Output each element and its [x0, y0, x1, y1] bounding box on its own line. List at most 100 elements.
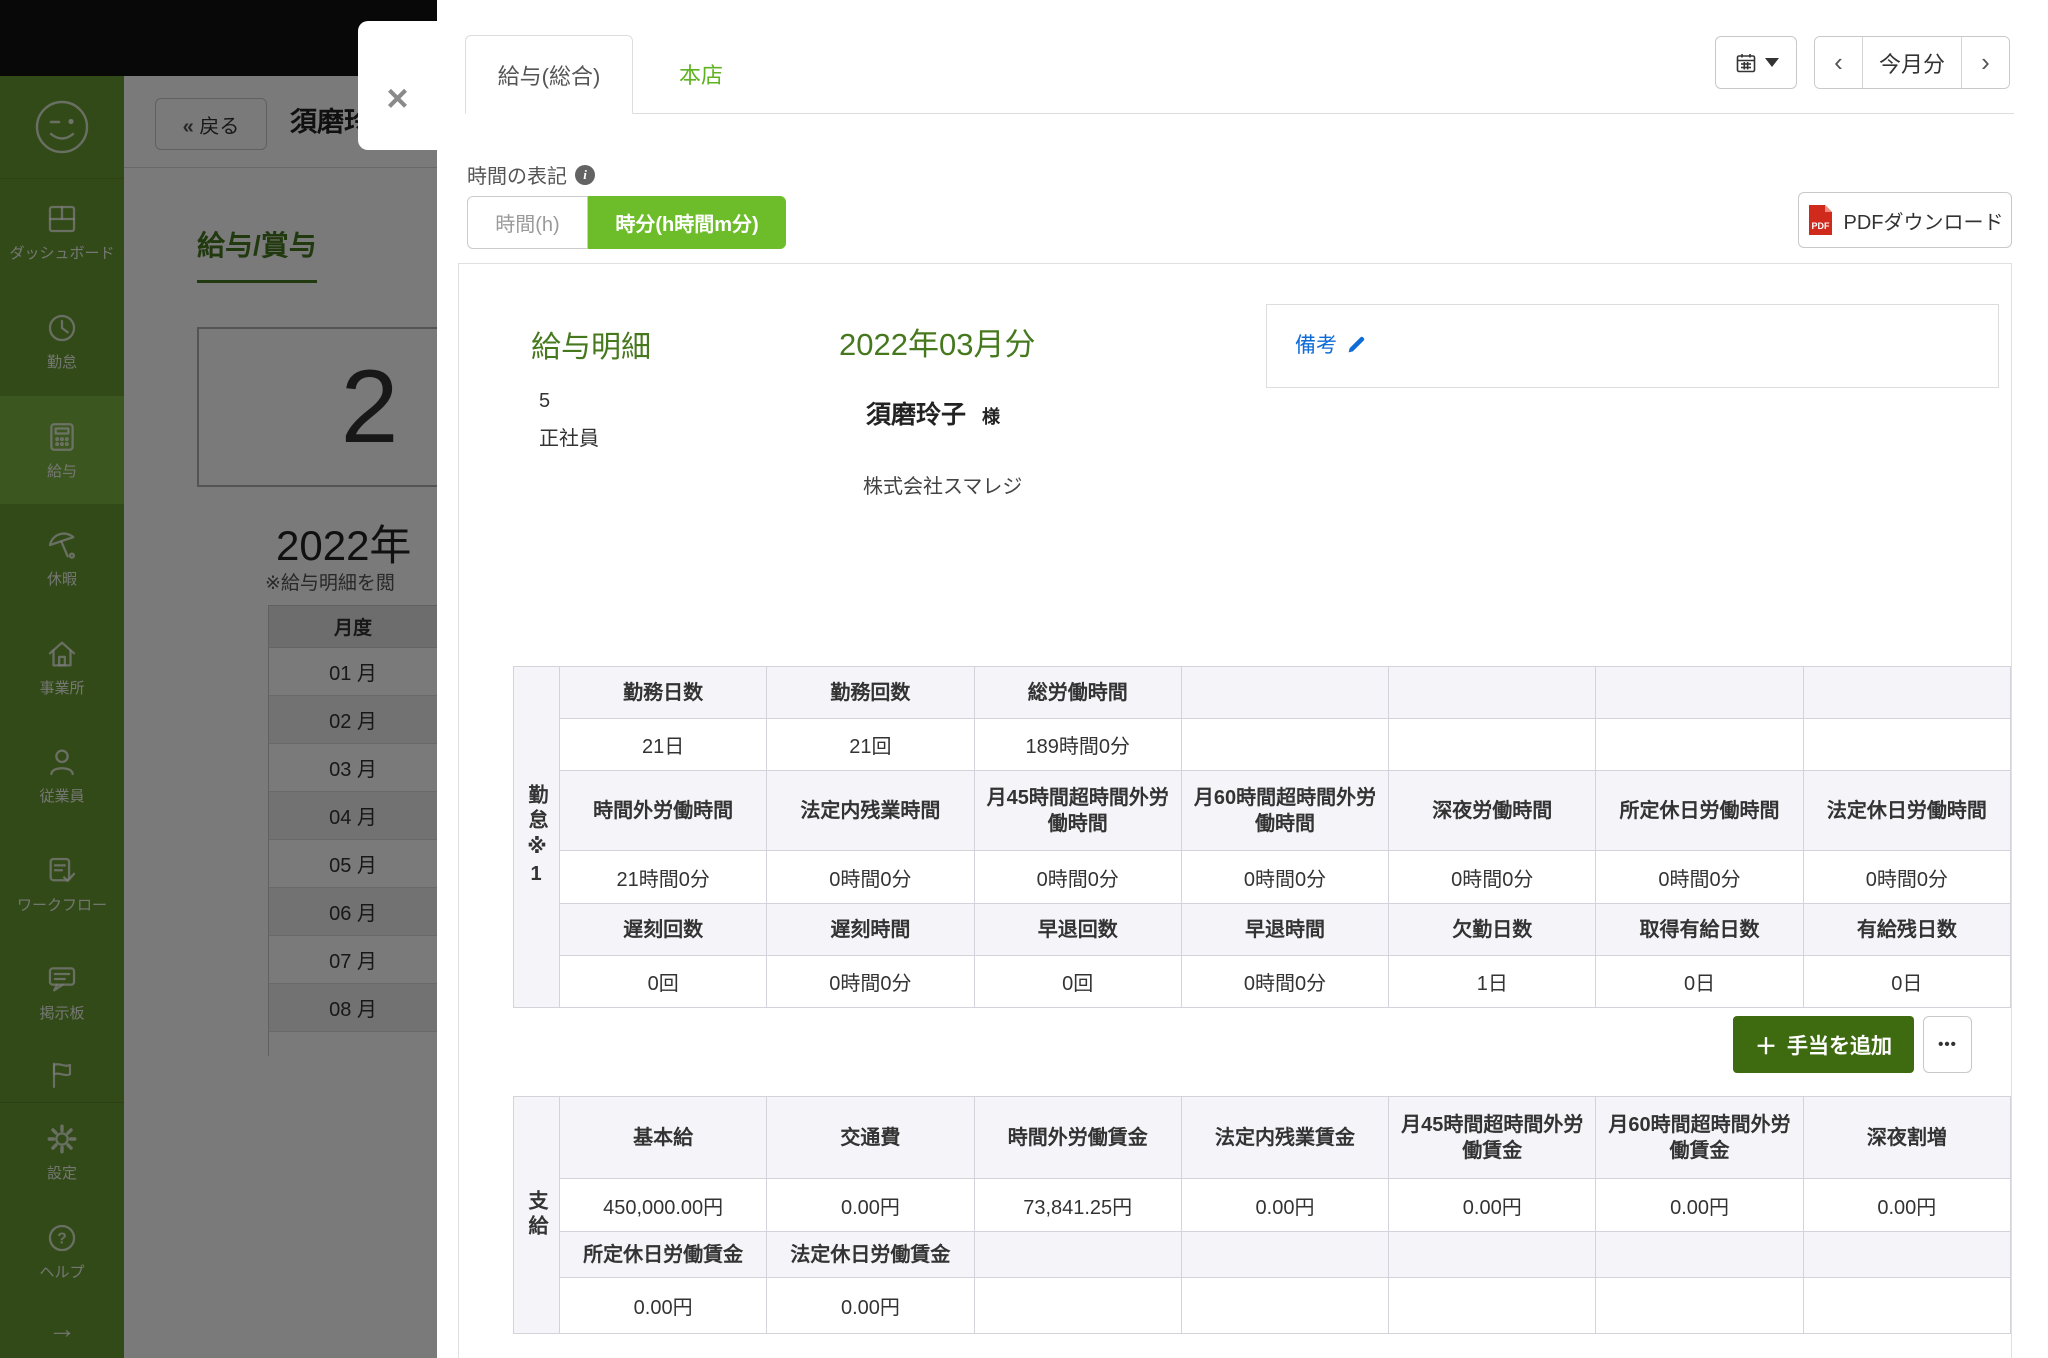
add-allowance-button[interactable]: 手当を追加 — [1733, 1016, 1914, 1073]
payment-value-cell: 73,841.25円 — [974, 1179, 1181, 1232]
payment-value-cell — [1389, 1278, 1596, 1334]
payment-header-cell — [1803, 1232, 2010, 1278]
payment-value-cell: 0.00円 — [767, 1179, 974, 1232]
attendance-value-cell: 0時間0分 — [1596, 851, 1803, 904]
toggle-hours-minutes[interactable]: 時分(h時間m分) — [588, 196, 786, 249]
attendance-value-cell: 0時間0分 — [1181, 851, 1388, 904]
payment-value-cell — [1803, 1278, 2010, 1334]
calendar-picker-button[interactable] — [1715, 36, 1797, 89]
attendance-value-cell: 21回 — [767, 719, 974, 771]
calendar-icon — [1734, 51, 1758, 75]
attendance-value-cell: 1日 — [1389, 956, 1596, 1008]
attendance-value-cell: 21日 — [560, 719, 767, 771]
attendance-table: 勤怠※1 勤務日数 勤務回数 総労働時間 21日 21回 189時間0分 — [513, 666, 2011, 1008]
remarks-edit-link[interactable]: 備考 — [1295, 329, 1367, 359]
attendance-header-cell: 時間外労働時間 — [560, 771, 767, 851]
attendance-value-cell: 0時間0分 — [1181, 956, 1388, 1008]
employee-name: 須磨玲子様 — [866, 395, 1000, 431]
payment-value-cell: 0.00円 — [1389, 1179, 1596, 1232]
attendance-header-cell: 法定内残業時間 — [767, 771, 974, 851]
time-notation-label: 時間の表記 — [467, 160, 595, 189]
attendance-group-label: 勤怠※1 — [514, 667, 560, 1008]
current-month-button[interactable]: 今月分 — [1862, 37, 1962, 88]
payment-value-cell: 0.00円 — [767, 1278, 974, 1334]
attendance-header-cell: 所定休日労働時間 — [1596, 771, 1803, 851]
payment-value-cell — [974, 1278, 1181, 1334]
payslip-sheet: 給与明細 2022年03月分 5 正社員 須磨玲子様 株式会社スマレジ 備考 — [458, 263, 2012, 1358]
attendance-value-cell — [1596, 719, 1803, 771]
attendance-value-cell — [1181, 719, 1388, 771]
time-notation-toggle: 時間(h) 時分(h時間m分) — [467, 196, 786, 249]
attendance-header-cell: 欠勤日数 — [1389, 904, 1596, 956]
payslip-modal: × 給与(総合) 本店 ‹ 今月分 › 時間の表記 — [437, 0, 2048, 1358]
attendance-value-cell: 189時間0分 — [974, 719, 1181, 771]
payment-value-cell — [1596, 1278, 1803, 1334]
more-options-icon[interactable] — [1923, 1016, 1972, 1073]
pdf-download-button[interactable]: PDF PDFダウンロード — [1798, 192, 2012, 248]
payslip-period: 2022年03月分 — [839, 319, 1035, 364]
company-name: 株式会社スマレジ — [863, 470, 1022, 499]
attendance-header-cell: 勤務日数 — [560, 667, 767, 719]
tab-store[interactable]: 本店 — [633, 35, 769, 113]
payment-value-cell: 0.00円 — [1181, 1179, 1388, 1232]
payment-header-cell: 交通費 — [767, 1097, 974, 1179]
attendance-value-cell — [1803, 719, 2010, 771]
attendance-value-cell: 0回 — [974, 956, 1181, 1008]
attendance-header-cell: 早退時間 — [1181, 904, 1388, 956]
payment-table: 支給 基本給 交通費 時間外労働賃金 法定内残業賃金 月45時間超時間外労働賃金… — [513, 1096, 2011, 1334]
attendance-header-cell: 遅刻時間 — [767, 904, 974, 956]
payment-header-cell: 月60時間超時間外労働賃金 — [1596, 1097, 1803, 1179]
payment-header-cell: 法定休日労働賃金 — [767, 1232, 974, 1278]
payment-header-cell: 法定内残業賃金 — [1181, 1097, 1388, 1179]
attendance-value-cell: 0日 — [1596, 956, 1803, 1008]
chevron-down-icon — [1765, 58, 1779, 67]
info-icon[interactable] — [575, 165, 595, 185]
payment-header-cell — [974, 1232, 1181, 1278]
employee-number: 5 — [539, 390, 550, 413]
attendance-header-cell: 月45時間超時間外労働時間 — [974, 771, 1181, 851]
close-icon[interactable]: × — [358, 21, 437, 150]
attendance-header-cell: 遅刻回数 — [560, 904, 767, 956]
attendance-header-cell: 法定休日労働時間 — [1803, 771, 2010, 851]
date-navigation: ‹ 今月分 › — [1715, 36, 2010, 89]
payment-header-cell — [1389, 1232, 1596, 1278]
payment-header-cell: 基本給 — [560, 1097, 767, 1179]
toggle-hours[interactable]: 時間(h) — [467, 196, 588, 249]
remarks-box: 備考 — [1266, 304, 1999, 388]
payment-value-cell — [1181, 1278, 1388, 1334]
payslip-title: 給与明細 — [531, 322, 651, 366]
attendance-header-cell: 早退回数 — [974, 904, 1181, 956]
pencil-icon — [1346, 334, 1367, 355]
attendance-value-cell: 0時間0分 — [1803, 851, 2010, 904]
allowance-actions: 手当を追加 — [1733, 1016, 1972, 1073]
payment-value-cell: 0.00円 — [560, 1278, 767, 1334]
attendance-value-cell: 0日 — [1803, 956, 2010, 1008]
attendance-header-cell: 有給残日数 — [1803, 904, 2010, 956]
plus-icon — [1755, 1029, 1777, 1061]
payment-value-cell: 450,000.00円 — [560, 1179, 767, 1232]
attendance-header-cell — [1803, 667, 2010, 719]
prev-month-button[interactable]: ‹ — [1815, 37, 1862, 88]
attendance-value-cell: 0時間0分 — [767, 956, 974, 1008]
attendance-header-cell: 深夜労働時間 — [1389, 771, 1596, 851]
tab-payroll-total[interactable]: 給与(総合) — [465, 35, 633, 114]
payment-header-cell: 月45時間超時間外労働賃金 — [1389, 1097, 1596, 1179]
attendance-header-cell — [1389, 667, 1596, 719]
next-month-button[interactable]: › — [1962, 37, 2009, 88]
payment-header-cell — [1181, 1232, 1388, 1278]
payment-group-label: 支給 — [514, 1097, 560, 1334]
attendance-header-cell: 取得有給日数 — [1596, 904, 1803, 956]
attendance-header-cell: 勤務回数 — [767, 667, 974, 719]
svg-text:PDF: PDF — [1811, 221, 1830, 231]
month-nav-group: ‹ 今月分 › — [1814, 36, 2010, 89]
payment-header-cell — [1596, 1232, 1803, 1278]
attendance-value-cell — [1389, 719, 1596, 771]
payment-value-cell: 0.00円 — [1596, 1179, 1803, 1232]
attendance-value-cell: 0回 — [560, 956, 767, 1008]
attendance-header-cell — [1596, 667, 1803, 719]
pdf-file-icon: PDF — [1807, 204, 1834, 236]
attendance-value-cell: 0時間0分 — [1389, 851, 1596, 904]
payment-value-cell: 0.00円 — [1803, 1179, 2010, 1232]
attendance-header-cell: 総労働時間 — [974, 667, 1181, 719]
payment-header-cell: 深夜割増 — [1803, 1097, 2010, 1179]
